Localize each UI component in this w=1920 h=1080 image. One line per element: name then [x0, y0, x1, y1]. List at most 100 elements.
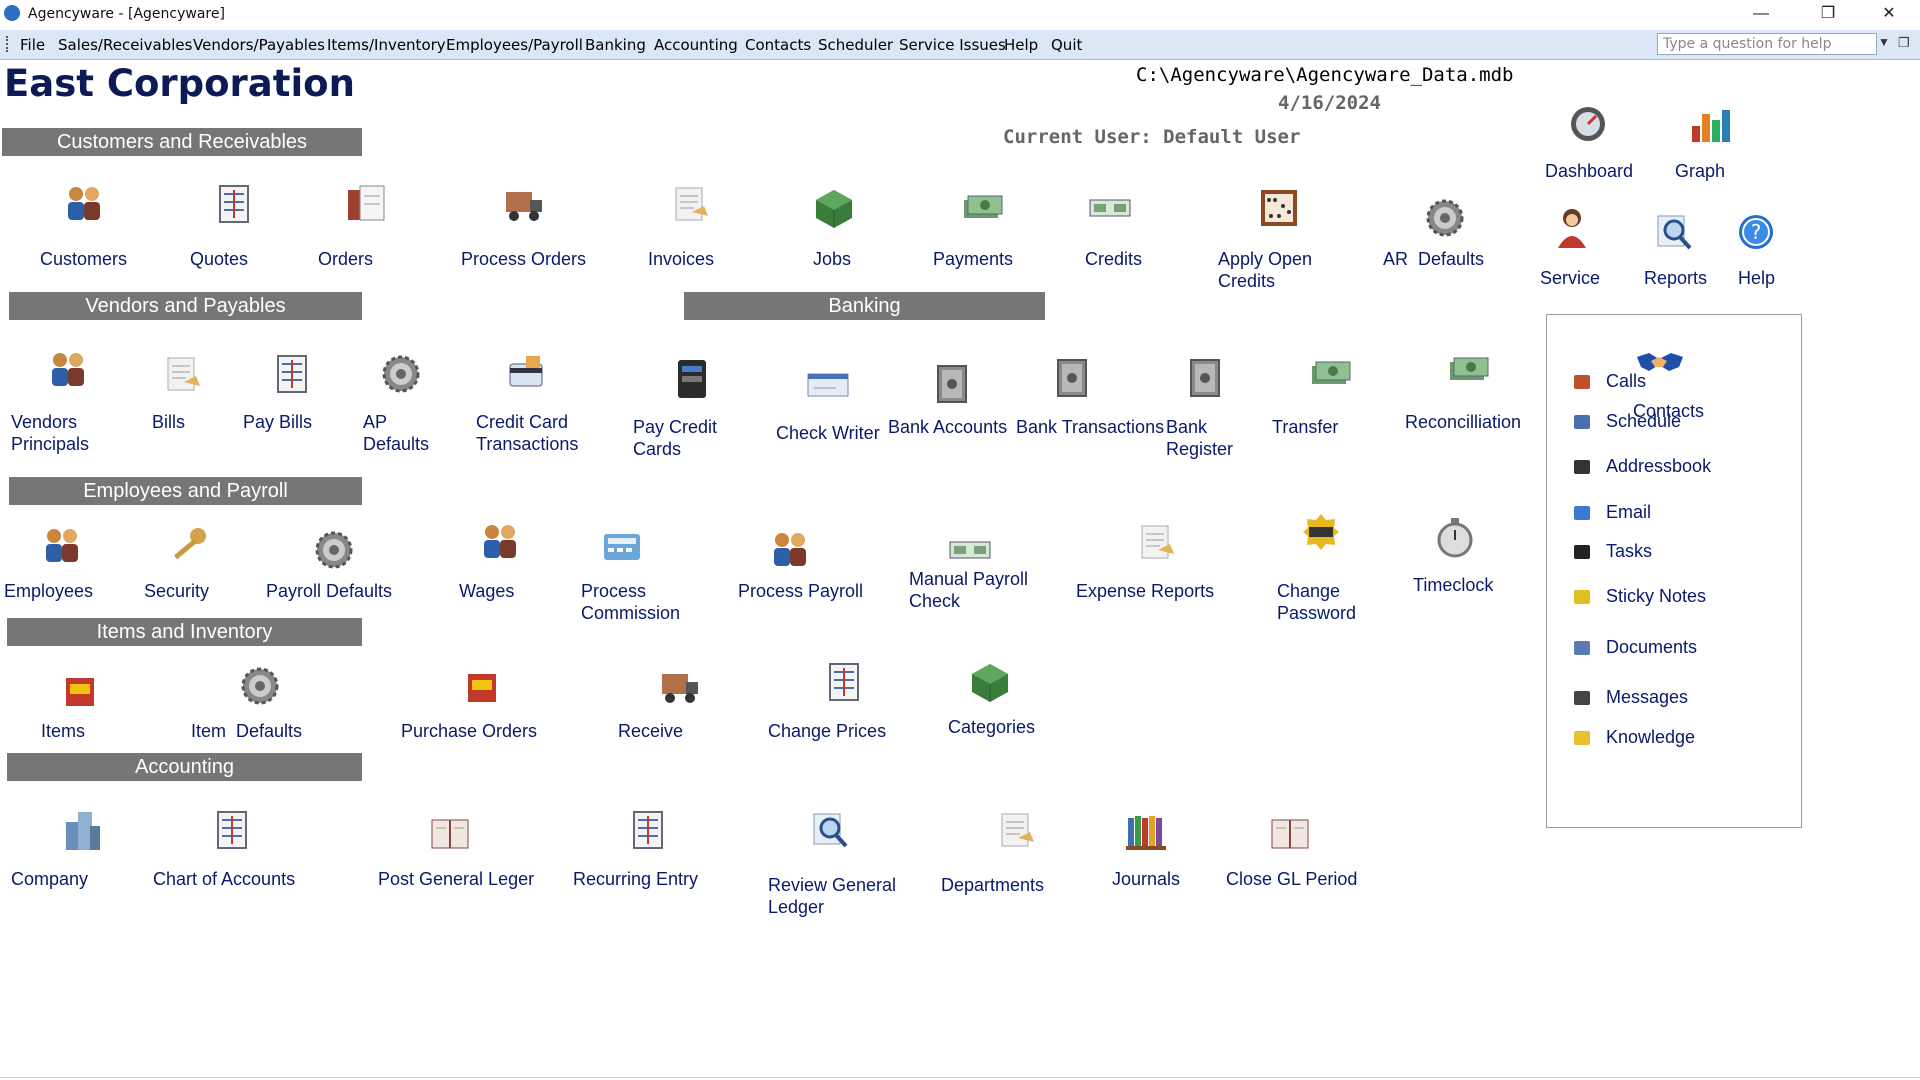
- tile-label-change-prices[interactable]: Change Prices: [768, 720, 886, 742]
- tile-label-apply-open-credits[interactable]: Apply Open Credits: [1218, 248, 1312, 292]
- contacts-item-label: Knowledge: [1606, 727, 1696, 747]
- tile-label-pay-bills[interactable]: Pay Bills: [243, 411, 312, 433]
- menu-service-issues[interactable]: Service Issues: [899, 36, 1006, 54]
- menu-items-inventory[interactable]: Items/Inventory: [327, 36, 446, 54]
- menu-employees-payroll[interactable]: Employees/Payroll: [446, 36, 583, 54]
- contacts-item-label: Addressbook: [1606, 456, 1712, 476]
- tile-label-company[interactable]: Company: [11, 868, 88, 890]
- tile-label-security[interactable]: Security: [144, 580, 209, 602]
- tile-label-review-general-ledger[interactable]: Review General Ledger: [768, 874, 896, 918]
- tile-label-bills[interactable]: Bills: [152, 411, 185, 433]
- tile-label-process-orders[interactable]: Process Orders: [461, 248, 586, 270]
- tile-label-wages[interactable]: Wages: [459, 580, 514, 602]
- tile-label-payments[interactable]: Payments: [933, 248, 1013, 270]
- tile-label-quotes[interactable]: Quotes: [190, 248, 248, 270]
- section-items-inventory: Items and Inventory: [7, 618, 362, 646]
- tile-label-jobs[interactable]: Jobs: [813, 248, 851, 270]
- menu-grip-icon: [6, 36, 11, 52]
- sticky-notes-icon: [1571, 586, 1593, 608]
- section-employees-payroll: Employees and Payroll: [9, 477, 362, 505]
- tile-label-ar-defaults[interactable]: AR Defaults: [1383, 248, 1484, 270]
- email-icon: [1571, 502, 1593, 524]
- tile-label-close-gl-period[interactable]: Close GL Period: [1226, 868, 1357, 890]
- tile-label-reports[interactable]: Reports: [1644, 267, 1707, 289]
- tile-label-employees[interactable]: Employees: [4, 580, 93, 602]
- tile-label-departments[interactable]: Departments: [941, 874, 1044, 896]
- status-line: [0, 1077, 1920, 1078]
- section-customers-receivables: Customers and Receivables: [2, 128, 362, 156]
- tile-label-journals[interactable]: Journals: [1112, 868, 1180, 890]
- section-banking: Banking: [684, 292, 1045, 320]
- current-date: 4/16/2024: [1278, 92, 1381, 114]
- tile-label-vendors-principals[interactable]: Vendors Principals: [11, 411, 89, 455]
- help-dropdown-icon[interactable]: ▼: [1878, 35, 1890, 49]
- section-accounting: Accounting: [7, 753, 362, 781]
- tile-label-credit-card-transactions[interactable]: Credit Card Transactions: [476, 411, 578, 455]
- menu-vendors-payables[interactable]: Vendors/Payables: [193, 36, 325, 54]
- tile-label-purchase-orders[interactable]: Purchase Orders: [401, 720, 537, 742]
- menu-help[interactable]: Help: [1004, 36, 1038, 54]
- tile-label-items[interactable]: Items: [41, 720, 85, 742]
- contacts-item-label: Email: [1606, 502, 1652, 522]
- company-name: East Corporation: [4, 62, 355, 105]
- help-search-input[interactable]: Type a question for help: [1657, 33, 1877, 55]
- tile-label-bank-accounts[interactable]: Bank Accounts: [888, 416, 1007, 438]
- tile-label-transfer[interactable]: Transfer: [1272, 416, 1338, 438]
- tile-label-process-commission[interactable]: Process Commission: [581, 580, 680, 624]
- svg-text:?: ?: [1751, 220, 1762, 244]
- tile-label-service[interactable]: Service: [1540, 267, 1600, 289]
- tile-label-timeclock[interactable]: Timeclock: [1413, 574, 1493, 596]
- contacts-item-label: Messages: [1606, 687, 1689, 707]
- tile-label-bank-transactions[interactable]: Bank Transactions: [1016, 416, 1164, 438]
- tile-label-reconcilliation[interactable]: Reconcilliation: [1405, 411, 1521, 433]
- tile-label-dashboard[interactable]: Dashboard: [1545, 160, 1633, 182]
- contacts-item-label: Documents: [1606, 637, 1698, 657]
- contacts-item-label: Schedule: [1606, 411, 1682, 431]
- tile-label-bank-register[interactable]: Bank Register: [1166, 416, 1233, 460]
- menu-file[interactable]: File: [20, 36, 45, 54]
- schedule-icon: [1571, 411, 1593, 433]
- tile-label-change-password[interactable]: Change Password: [1277, 580, 1356, 624]
- tile-label-help[interactable]: Help: [1738, 267, 1775, 289]
- close-button[interactable]: ✕: [1866, 2, 1912, 26]
- minimize-button[interactable]: —: [1738, 2, 1784, 26]
- section-vendors-payables: Vendors and Payables: [9, 292, 362, 320]
- tile-label-manual-payroll-check[interactable]: Manual Payroll Check: [909, 568, 1028, 612]
- contacts-panel: Contacts Calls Schedule Addressbook Email Ta…: [1546, 314, 1802, 828]
- tile-label-graph[interactable]: Graph: [1675, 160, 1725, 182]
- tile-label-process-payroll[interactable]: Process Payroll: [738, 580, 863, 602]
- tile-label-payroll-defaults[interactable]: Payroll Defaults: [266, 580, 392, 602]
- tile-label-post-general-leger[interactable]: Post General Leger: [378, 868, 534, 890]
- tile-label-credits[interactable]: Credits: [1085, 248, 1142, 270]
- maximize-button[interactable]: ❐: [1805, 2, 1851, 26]
- menu-contacts[interactable]: Contacts: [745, 36, 811, 54]
- tile-label-invoices[interactable]: Invoices: [648, 248, 714, 270]
- messages-icon: [1571, 687, 1593, 709]
- tile-label-item-defaults[interactable]: Item Defaults: [191, 720, 302, 742]
- tile-label-expense-reports[interactable]: Expense Reports: [1076, 580, 1214, 602]
- database-path: C:\Agencyware\Agencyware_Data.mdb: [1136, 64, 1514, 86]
- contacts-item-label: Tasks: [1606, 541, 1653, 561]
- menu-sales-receivables[interactable]: Sales/Receivables: [58, 36, 192, 54]
- tile-label-categories[interactable]: Categories: [948, 716, 1035, 738]
- menu-accounting[interactable]: Accounting: [654, 36, 738, 54]
- contacts-item-label: Calls: [1606, 371, 1647, 391]
- title-bar: Agencyware - [Agencyware] — ❐ ✕: [0, 0, 1920, 28]
- addressbook-icon: [1571, 456, 1593, 478]
- tile-label-customers[interactable]: Customers: [40, 248, 127, 270]
- menu-scheduler[interactable]: Scheduler: [818, 36, 893, 54]
- tile-label-recurring-entry[interactable]: Recurring Entry: [573, 868, 698, 890]
- tile-label-check-writer[interactable]: Check Writer: [776, 422, 880, 444]
- menu-quit[interactable]: Quit: [1051, 36, 1082, 54]
- menu-banking[interactable]: Banking: [585, 36, 646, 54]
- tile-label-chart-of-accounts[interactable]: Chart of Accounts: [153, 868, 295, 890]
- app-logo-icon: [4, 5, 20, 21]
- tile-label-ap-defaults[interactable]: AP Defaults: [363, 411, 429, 455]
- tile-label-receive[interactable]: Receive: [618, 720, 683, 742]
- current-user: Current User: Default User: [1003, 126, 1301, 148]
- mdi-restore-icon[interactable]: ❐: [1898, 35, 1910, 51]
- tile-label-pay-credit-cards[interactable]: Pay Credit Cards: [633, 416, 717, 460]
- window-title: Agencyware - [Agencyware]: [28, 6, 225, 22]
- menu-bar: File Sales/Receivables Vendors/Payables …: [0, 30, 1920, 60]
- tile-label-orders[interactable]: Orders: [318, 248, 373, 270]
